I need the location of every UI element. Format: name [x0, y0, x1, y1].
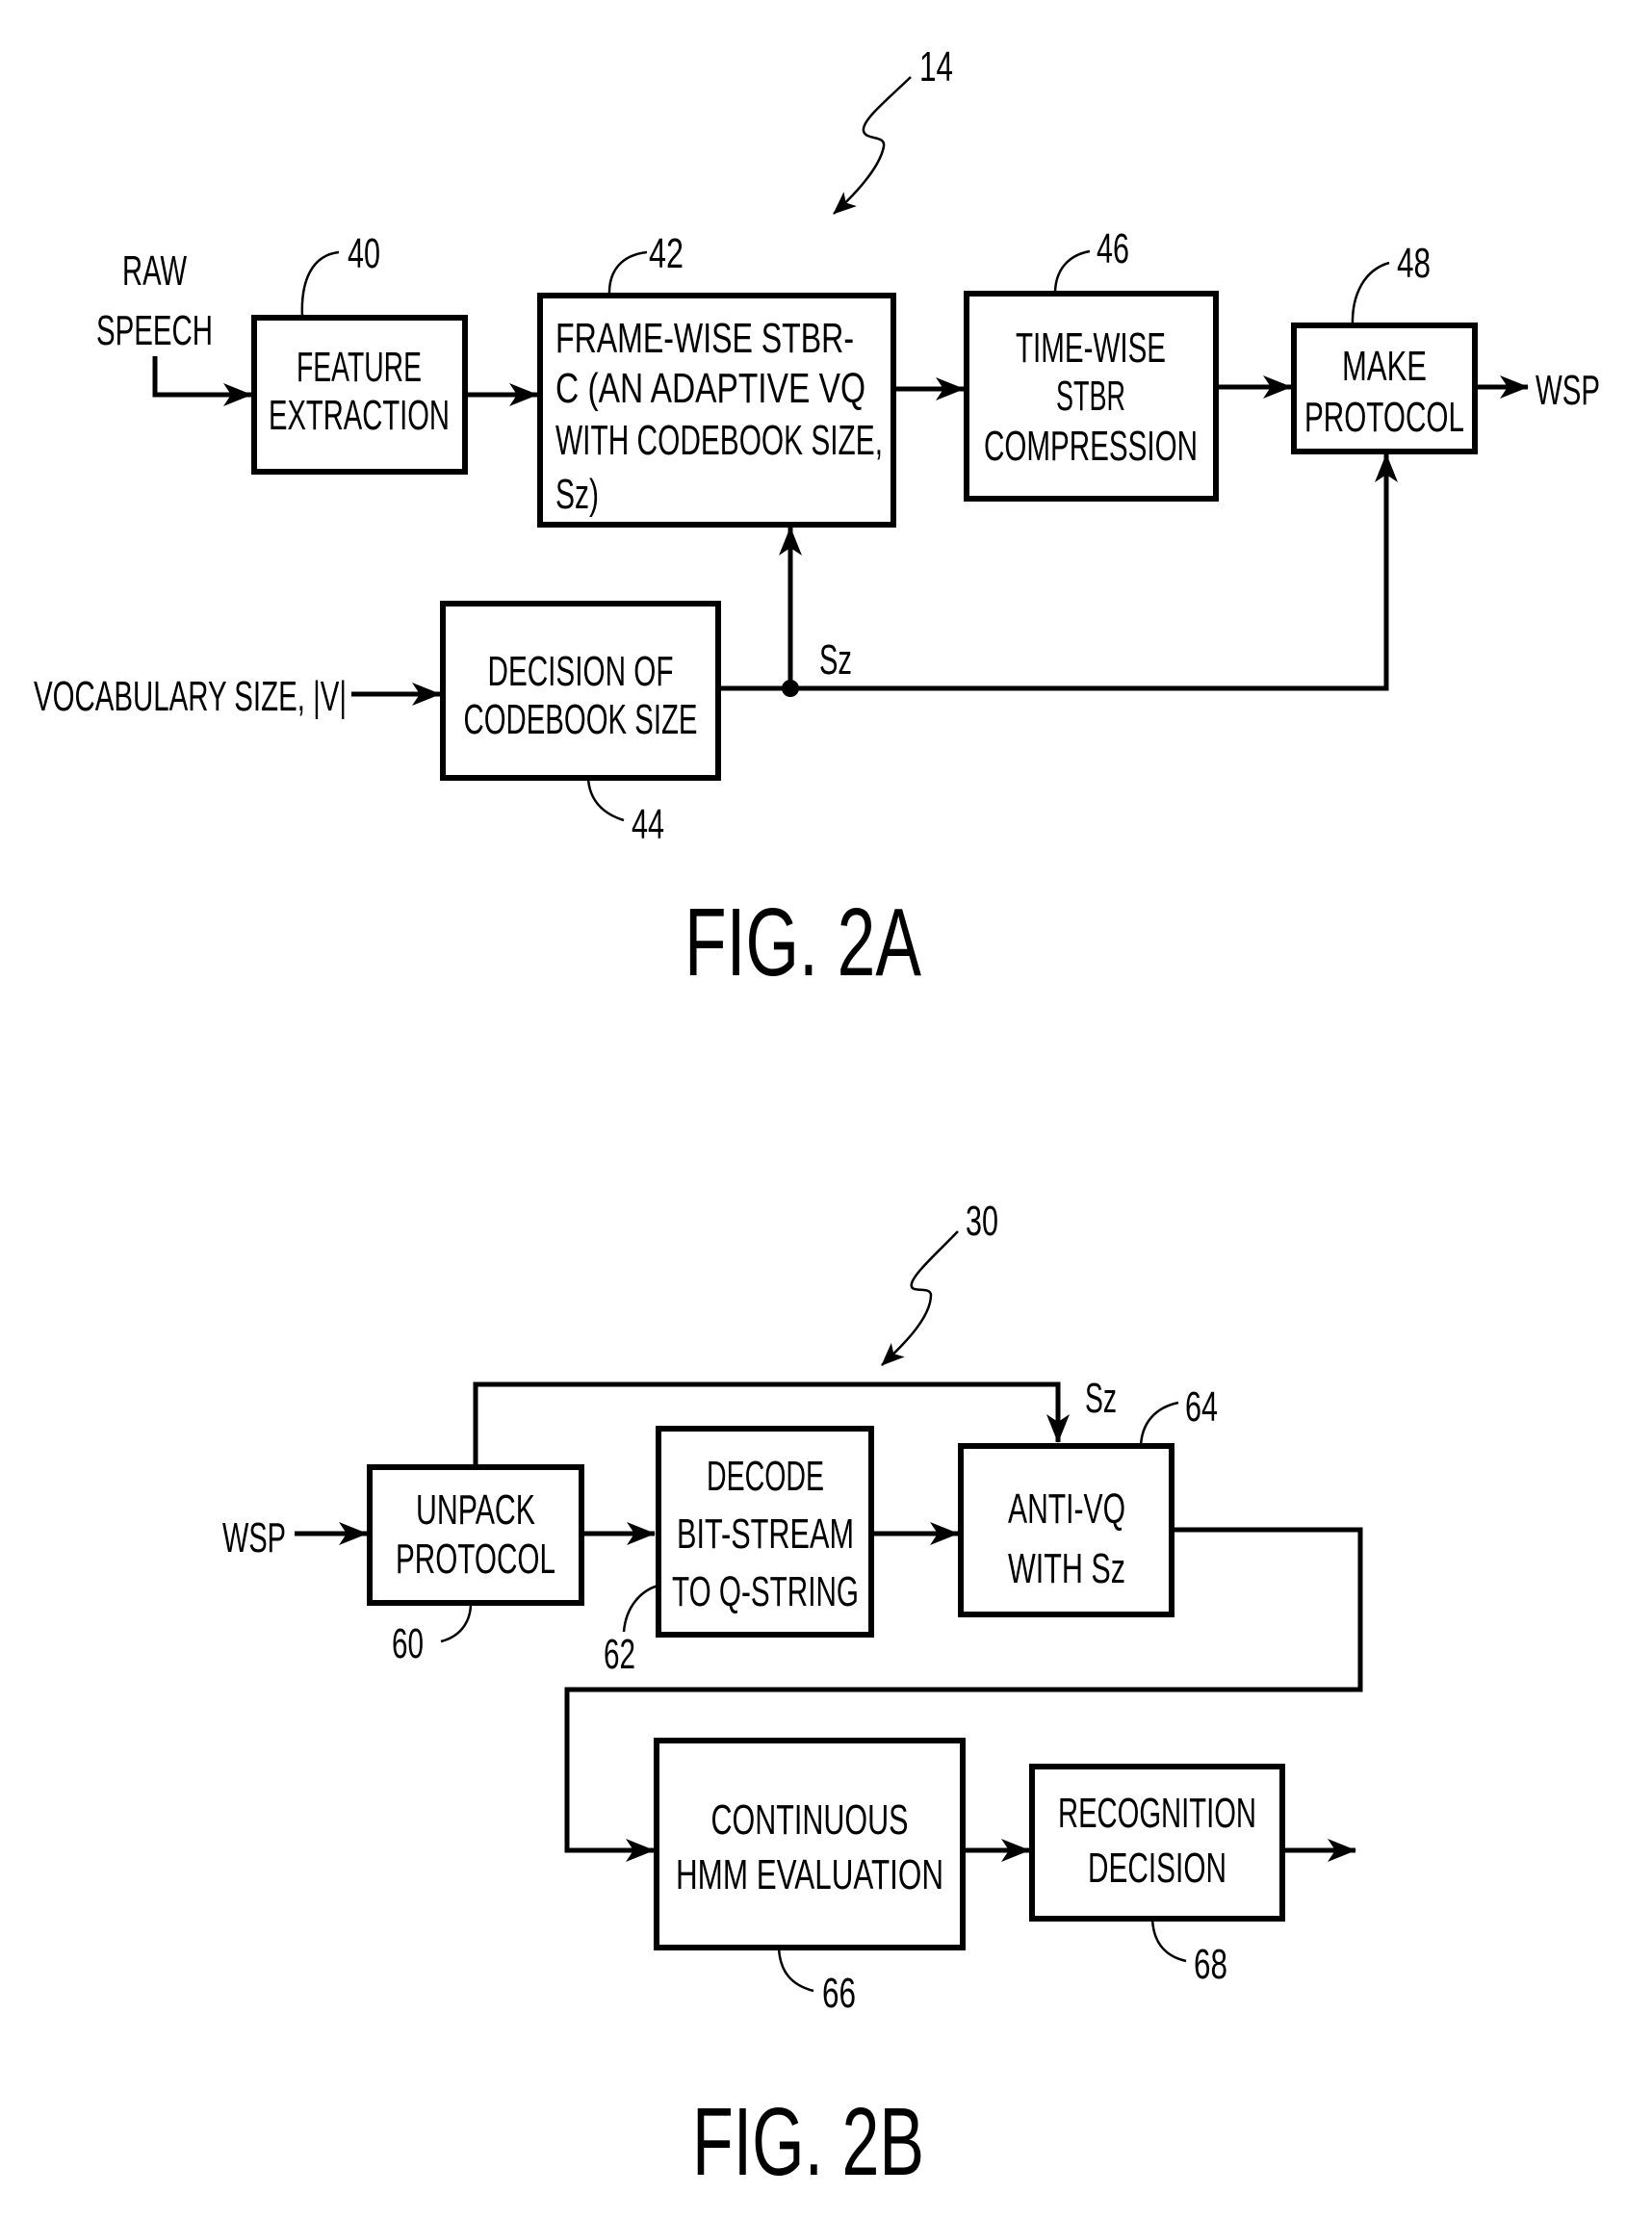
figure-2b: 30 WSP UNPACK PROTOCOL 60 DECODE BIT-STR…	[222, 1198, 1363, 2196]
leader-62	[622, 1584, 659, 1633]
signal-label-sz: Sz	[1085, 1375, 1117, 1422]
block-48-line-1: MAKE	[1342, 343, 1427, 390]
leader-42	[607, 250, 648, 297]
ref-label-46: 46	[1097, 225, 1129, 272]
ref-label-66: 66	[822, 1970, 856, 2017]
block-48-line-2: PROTOCOL	[1304, 394, 1464, 441]
block-46-line-1: TIME-WISE	[1016, 324, 1166, 372]
raw-speech-arrow	[152, 356, 252, 406]
block-62-line-1: DECODE	[707, 1453, 824, 1500]
block-40-line-2: EXTRACTION	[269, 392, 450, 439]
leader-46	[1053, 249, 1091, 295]
ref-label-40: 40	[348, 230, 380, 277]
reference-squiggle-arrow	[881, 1230, 959, 1366]
block-44-line-1: DECISION OF	[488, 648, 674, 695]
leader-48	[1351, 261, 1390, 326]
input-label-wsp: WSP	[222, 1514, 286, 1562]
ref-label-44: 44	[632, 801, 664, 848]
ref-label-30: 30	[966, 1198, 998, 1245]
signal-label-sz: Sz	[819, 636, 852, 684]
block-62-line-3: TO Q-STRING	[672, 1568, 859, 1615]
ref-label-64: 64	[1185, 1383, 1218, 1431]
ref-label-14: 14	[919, 43, 953, 90]
input-label-vocabulary-size: VOCABULARY SIZE, |V|	[34, 673, 347, 720]
block-42-line-1: FRAME-WISE STBR-	[555, 315, 854, 362]
block-66-line-1: CONTINUOUS	[711, 1796, 909, 1844]
leader-68	[1150, 1918, 1187, 1963]
block-68-line-2: DECISION	[1088, 1845, 1226, 1892]
ref-label-68: 68	[1194, 1941, 1227, 1988]
figure-caption-2b: FIG. 2B	[692, 2088, 924, 2196]
figure-caption-2a: FIG. 2A	[684, 889, 921, 996]
block-64-line-2: WITH Sz	[1008, 1545, 1125, 1592]
block-46-line-2: STBR	[1056, 373, 1125, 420]
leader-40	[300, 250, 340, 319]
ref-label-62: 62	[604, 1631, 635, 1678]
output-label-wsp: WSP	[1536, 367, 1600, 414]
figure-2a: 14 RAW SPEECH FEATURE EXTRACTION 40 FRAM…	[34, 43, 1600, 996]
leader-66	[777, 1947, 814, 1993]
patent-drawing-sheet: 14 RAW SPEECH FEATURE EXTRACTION 40 FRAM…	[34, 43, 1600, 2196]
ref-label-48: 48	[1397, 240, 1431, 287]
block-44-line-2: CODEBOOK SIZE	[464, 696, 698, 743]
input-label-speech: SPEECH	[96, 307, 213, 354]
block-46-line-3: COMPRESSION	[984, 423, 1198, 470]
reference-squiggle-arrow	[833, 76, 912, 215]
ref-label-60: 60	[392, 1620, 424, 1667]
leader-60	[440, 1602, 473, 1643]
block-continuous-hmm-evaluation[interactable]	[654, 1738, 966, 1950]
block-68-line-1: RECOGNITION	[1058, 1790, 1256, 1837]
block-60-line-1: UNPACK	[416, 1486, 535, 1534]
junction-dot	[782, 680, 799, 697]
block-42-line-2: C (AN ADAPTIVE VQ	[555, 365, 865, 412]
block-40-line-1: FEATURE	[297, 344, 422, 391]
leader-44	[586, 777, 625, 822]
block-62-line-2: BIT-STREAM	[677, 1510, 854, 1558]
input-label-raw: RAW	[122, 247, 187, 295]
leader-64	[1139, 1401, 1179, 1447]
block-42-line-4: Sz)	[555, 471, 599, 518]
block-60-line-2: PROTOCOL	[396, 1536, 555, 1583]
block-64-line-1: ANTI-VQ	[1008, 1485, 1125, 1533]
block-66-line-2: HMM EVALUATION	[676, 1851, 943, 1898]
block-42-line-3: WITH CODEBOOK SIZE,	[555, 417, 883, 464]
ref-label-42: 42	[649, 230, 684, 277]
